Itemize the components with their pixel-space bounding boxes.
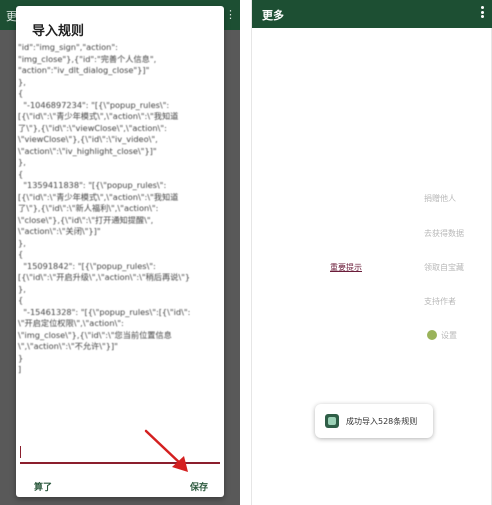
menu-item-support-author[interactable]: 支持作者 <box>424 296 456 307</box>
dialog-title: 导入规则 <box>32 24 85 39</box>
editor-line: "id":"img_sign","action": <box>18 42 118 52</box>
menu-item-get-data[interactable]: 去获得数据 <box>424 228 464 239</box>
editor-line: 了\"},{\"id\":\"新人福利\",\"action\": <box>18 203 159 213</box>
editor-line: { <box>18 249 24 259</box>
editor-line: "1359411838": "[{\"popup_rules\": <box>18 180 167 190</box>
import-rules-dialog: 导入规则 "id":"img_sign","action": "img_close… <box>16 6 224 497</box>
editor-line: \"action\":\"iv_highlight_close\"}]" <box>18 145 157 156</box>
editor-line: ] <box>18 364 22 374</box>
screenshot-stage: 更 ⋮ 导入规则 "id":"img_sign","action": "img_c… <box>0 0 492 505</box>
editor-line: }, <box>18 283 26 294</box>
menu-item-settings[interactable]: 设置 <box>441 330 457 341</box>
editor-line: \"action\":\"关闭\"}]" <box>18 226 101 236</box>
cancel-button[interactable]: 算了 <box>34 480 52 493</box>
editor-line: }, <box>18 157 26 167</box>
left-overflow-icon[interactable]: ⋮ <box>225 8 236 21</box>
editor-line: } <box>18 352 24 363</box>
vertical-dots-icon[interactable] <box>481 6 485 20</box>
editor-line: \"close\"},{\"id\":\"打开通知提醒\", <box>18 214 154 225</box>
editor-line: \"开启定位权限\",\"action\": <box>18 318 124 328</box>
editor-line: [{\"id\":\"开启升级\",\"action\":\"稍后再说\"} <box>18 272 191 282</box>
rules-text-editor[interactable]: "id":"img_sign","action": "img_close"},{"… <box>18 42 222 462</box>
editor-line: "15091842": "[{\"popup_rules\": <box>18 260 156 271</box>
editor-line: \"viewClose\"},{\"id\":\"iv_video\", <box>18 134 158 144</box>
menu-item-donate[interactable]: 捐赠他人 <box>424 193 456 204</box>
page-title: 更多 <box>262 9 284 22</box>
save-button[interactable]: 保存 <box>190 480 208 493</box>
right-app-bar: 更多 <box>252 0 492 28</box>
editor-line: { <box>18 295 24 305</box>
editor-line: 了\"},{\"id\":\"viewClose\",\"action\": <box>18 122 167 133</box>
success-toast: 成功导入528条规则 <box>315 404 433 438</box>
text-caret <box>20 446 21 458</box>
left-phone-screen: 更 ⋮ 导入规则 "id":"img_sign","action": "img_c… <box>0 0 240 505</box>
menu-item-treasure[interactable]: 领取自宝藏 <box>424 262 464 273</box>
editor-line: }, <box>18 237 26 248</box>
editor-line: "action":"iv_dlt_dialog_close"}]" <box>18 65 150 75</box>
editor-line: "img_close"},{"id":"完善个人信息", <box>18 53 157 64</box>
editor-line: "-1046897234": "[{\"popup_rules\": <box>18 99 170 110</box>
editor-line: [{\"id\":\"青少年模式\",\"action\":\"我知道 <box>18 191 179 202</box>
editor-line: \",\"action\":\"不允许\"}]" <box>18 341 118 351</box>
right-phone-screen: 更多 重要提示 捐赠他人 去获得数据 领取自宝藏 支持作者 设置 成功导入528… <box>251 0 492 505</box>
gear-icon <box>427 330 437 340</box>
editor-line: }, <box>18 76 26 87</box>
toast-message: 成功导入528条规则 <box>346 417 418 426</box>
app-icon <box>325 414 339 428</box>
important-notice-link[interactable]: 重要提示 <box>330 262 362 273</box>
editor-line: { <box>18 88 24 98</box>
editor-line: [{\"id\":\"青少年模式\",\"action\":\"我知道 <box>18 111 179 121</box>
red-arrow-icon <box>144 429 188 472</box>
editor-line: { <box>18 168 24 179</box>
editor-line: "-15461328": "[{\"popup_rules\":[{\"id\"… <box>18 306 191 317</box>
editor-line: \"img_close\"},{\"id\":\"您当前位置信息 <box>18 329 172 340</box>
